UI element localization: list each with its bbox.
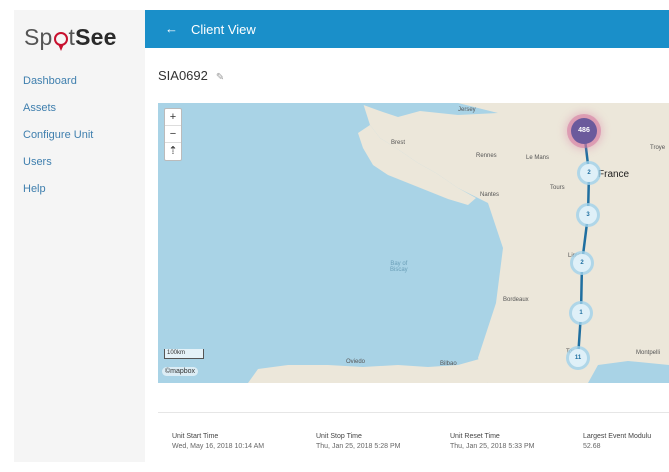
arrow-left-icon[interactable]: ← — [165, 21, 178, 36]
logo-text-see: See — [75, 24, 117, 50]
map-label-troyes: Troye — [650, 145, 666, 151]
sidebar: Sp tSee Dashboard Assets Configure Unit U… — [14, 10, 145, 462]
map-label-france: France — [598, 169, 630, 180]
stat-largest-event: Largest Event Modulu 52.68 — [583, 433, 651, 450]
stat-label: Unit Stop Time — [316, 433, 362, 440]
location-pin-icon — [53, 32, 68, 51]
zoom-control: + − ⇡ — [164, 108, 182, 161]
map-label-bilbao: Bilbao — [440, 361, 457, 367]
top-bar: ← Client View — [145, 10, 669, 48]
sidebar-nav: Dashboard Assets Configure Unit Users He… — [23, 74, 93, 209]
stat-label: Largest Event Modulu — [583, 433, 652, 440]
sidebar-item-users[interactable]: Users — [23, 155, 93, 182]
reset-bearing-button[interactable]: ⇡ — [165, 143, 181, 160]
route-map[interactable]: + − ⇡ Jersey Brest Rennes Le Mans Nantes… — [158, 103, 669, 383]
map-label-montpellier: Montpelli — [636, 350, 661, 356]
map-label-jersey: Jersey — [458, 107, 476, 113]
zoom-out-button[interactable]: − — [165, 126, 181, 143]
stat-value: Wed, May 16, 2018 10:14 AM — [172, 443, 265, 450]
stat-unit-stop-time: Unit Stop Time Thu, Jan 25, 2018 5:28 PM — [316, 433, 400, 450]
route-marker-cluster[interactable]: 2 — [580, 164, 598, 182]
spotsee-logo[interactable]: Sp tSee — [24, 24, 117, 51]
route-marker-cluster[interactable]: 11 — [569, 349, 587, 367]
stat-unit-reset-time: Unit Reset Time Thu, Jan 25, 2018 5:33 P… — [450, 433, 534, 450]
map-label-bay-of-biscay: Bay of Biscay — [390, 261, 408, 273]
route-marker-cluster[interactable]: 3 — [579, 206, 597, 224]
sea-label-line2: Biscay — [390, 267, 408, 273]
map-label-oviedo: Oviedo — [346, 359, 366, 365]
map-label-bordeaux: Bordeaux — [503, 297, 529, 303]
mapbox-attribution[interactable]: ©mapbox — [162, 367, 199, 376]
map-scale-bar: 100km — [164, 349, 204, 359]
unit-stats: Unit Start Time Wed, May 16, 2018 10:14 … — [158, 412, 669, 462]
unit-id: SIA0692 — [158, 68, 208, 83]
logo-text-sp: Sp — [24, 24, 53, 50]
stat-label: Unit Start Time — [172, 433, 219, 440]
map-label-rennes: Rennes — [476, 153, 497, 159]
map-canvas — [248, 103, 669, 383]
map-label-brest: Brest — [391, 140, 406, 146]
stat-value: Thu, Jan 25, 2018 5:28 PM — [316, 443, 401, 450]
pencil-icon[interactable]: ✎ — [216, 72, 224, 83]
zoom-in-button[interactable]: + — [165, 109, 181, 126]
stat-label: Unit Reset Time — [450, 433, 500, 440]
route-marker-cluster[interactable]: 2 — [573, 254, 591, 272]
map-label-tours: Tours — [550, 185, 565, 191]
sidebar-item-help[interactable]: Help — [23, 182, 93, 209]
sidebar-item-dashboard[interactable]: Dashboard — [23, 74, 93, 101]
sidebar-item-configure-unit[interactable]: Configure Unit — [23, 128, 93, 155]
map-label-nantes: Nantes — [480, 192, 500, 198]
sidebar-item-assets[interactable]: Assets — [23, 101, 93, 128]
route-marker-cluster-highlight[interactable]: 486 — [571, 118, 597, 144]
unit-heading: SIA0692 ✎ — [158, 68, 224, 83]
stat-value: 52.68 — [583, 443, 601, 450]
page-title: Client View — [191, 22, 256, 37]
route-marker-cluster[interactable]: 1 — [572, 304, 590, 322]
stat-unit-start-time: Unit Start Time Wed, May 16, 2018 10:14 … — [172, 433, 264, 450]
stat-value: Thu, Jan 25, 2018 5:33 PM — [450, 443, 535, 450]
map-label-lemans: Le Mans — [526, 155, 550, 161]
